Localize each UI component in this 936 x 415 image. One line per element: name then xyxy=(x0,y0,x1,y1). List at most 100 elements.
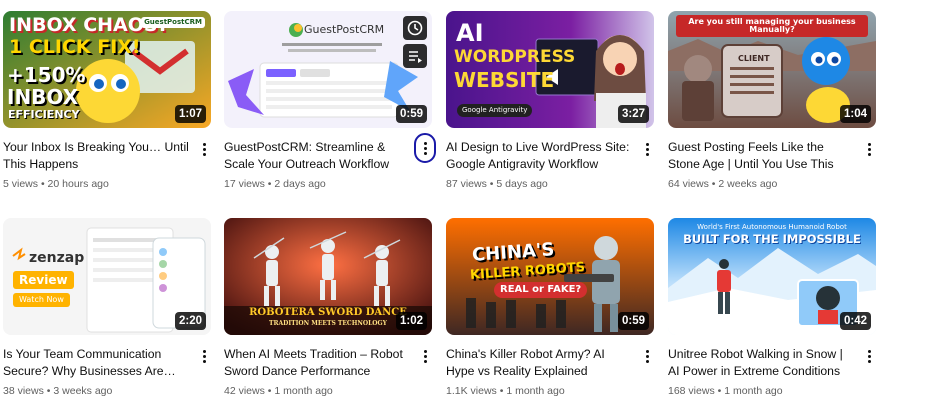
thumb-banner: Are you still managing your business Man… xyxy=(676,15,868,37)
vertical-dots-icon xyxy=(423,141,427,155)
thumb-tag: Google Antigravity xyxy=(457,104,533,117)
thumb-badge: Review xyxy=(13,271,74,289)
vertical-dots-icon xyxy=(867,349,871,363)
video-stats: 1.1K views • 1 month ago xyxy=(446,384,634,398)
video-stats: 17 views • 2 days ago xyxy=(224,177,412,191)
more-options-button[interactable] xyxy=(418,346,432,366)
thumb-headline: AI xyxy=(456,19,484,47)
view-count: 87 views xyxy=(446,178,487,190)
view-count: 5 views xyxy=(3,178,39,190)
video-title[interactable]: GuestPostCRM: Streamline & Scale Your Ou… xyxy=(224,139,412,173)
view-count: 1.1K views xyxy=(446,385,497,397)
video-stats: 5 views • 20 hours ago xyxy=(3,177,191,191)
thumb-brand: GuestPostCRM xyxy=(141,17,205,28)
thumb-brand: GuestPostCRM xyxy=(304,23,385,36)
duration-badge: 1:04 xyxy=(839,105,871,123)
video-stats: 87 views • 5 days ago xyxy=(446,177,634,191)
clock-icon xyxy=(407,20,423,36)
duration-badge: 3:27 xyxy=(617,105,649,123)
video-stats: 168 views • 1 month ago xyxy=(668,384,856,398)
video-card[interactable]: World's First Autonomous Humanoid Robot … xyxy=(668,218,878,398)
duration-badge: 1:07 xyxy=(174,105,206,123)
thumb-word: EFFICIENCY xyxy=(8,108,80,121)
video-card[interactable]: ROBOTERA SWORD DANCE TRADITION MEETS TEC… xyxy=(224,218,434,398)
vertical-dots-icon xyxy=(423,349,427,363)
video-thumbnail[interactable]: ROBOTERA SWORD DANCE TRADITION MEETS TEC… xyxy=(224,218,432,335)
vertical-dots-icon xyxy=(645,349,649,363)
more-options-button[interactable] xyxy=(862,346,876,366)
upload-age: 2 weeks ago xyxy=(718,178,778,190)
vertical-dots-icon xyxy=(645,142,649,156)
upload-age: 2 days ago xyxy=(274,178,326,190)
video-card[interactable]: Are you still managing your business Man… xyxy=(668,11,878,191)
vertical-dots-icon xyxy=(202,142,206,156)
thumb-tablet-label: CLIENT xyxy=(738,54,770,63)
video-thumbnail[interactable]: INBOX CHAOS? 1 CLICK FIX! +150% INBOX EF… xyxy=(3,11,211,128)
separator: • xyxy=(40,178,45,190)
watch-later-button[interactable] xyxy=(403,16,427,40)
view-count: 64 views xyxy=(668,178,709,190)
duration-badge: 0:59 xyxy=(617,312,649,330)
video-title[interactable]: Your Inbox Is Breaking You… Until This H… xyxy=(3,139,191,173)
duration-badge: 2:20 xyxy=(174,312,206,330)
separator: • xyxy=(499,385,504,397)
view-count: 38 views xyxy=(3,385,44,397)
upload-age: 1 month ago xyxy=(274,385,333,397)
separator: • xyxy=(267,178,272,190)
video-thumbnail[interactable]: World's First Autonomous Humanoid Robot … xyxy=(668,218,876,335)
video-thumbnail[interactable]: CHINA'S KILLER ROBOTS REAL or FAKE? 0:59 xyxy=(446,218,654,335)
view-count: 17 views xyxy=(224,178,265,190)
upload-age: 20 hours ago xyxy=(47,178,109,190)
video-stats: 64 views • 2 weeks ago xyxy=(668,177,856,191)
hover-controls xyxy=(403,16,427,68)
thumb-cta: Watch Now xyxy=(13,293,70,307)
separator: • xyxy=(46,385,51,397)
separator: • xyxy=(711,178,716,190)
view-count: 42 views xyxy=(224,385,265,397)
more-options-button[interactable] xyxy=(862,139,876,159)
duration-badge: 1:02 xyxy=(395,312,427,330)
upload-age: 1 month ago xyxy=(506,385,565,397)
view-count: 168 views xyxy=(668,385,715,397)
video-thumbnail[interactable]: AI WORDPRESS WEBSITE Google Antigravity … xyxy=(446,11,654,128)
video-title[interactable]: When AI Meets Tradition – Robot Sword Da… xyxy=(224,346,412,380)
more-options-button[interactable] xyxy=(640,346,654,366)
video-thumbnail[interactable]: zenzap Review Watch Now 2:20 xyxy=(3,218,211,335)
thumb-tag: REAL or FAKE? xyxy=(494,282,588,298)
thumb-brand: zenzap xyxy=(29,250,85,266)
upload-age: 3 weeks ago xyxy=(53,385,113,397)
video-title[interactable]: AI Design to Live WordPress Site: Google… xyxy=(446,139,634,173)
add-to-queue-button[interactable] xyxy=(403,44,427,68)
duration-badge: 0:42 xyxy=(839,312,871,330)
thumb-subheadline: WORDPRESS xyxy=(454,47,576,67)
video-thumbnail[interactable]: Are you still managing your business Man… xyxy=(668,11,876,128)
video-title[interactable]: Unitree Robot Walking in Snow | AI Power… xyxy=(668,346,856,380)
video-stats: 42 views • 1 month ago xyxy=(224,384,412,398)
video-card[interactable]: INBOX CHAOS? 1 CLICK FIX! +150% INBOX EF… xyxy=(3,11,213,191)
video-thumbnail[interactable]: GuestPostCRM 0:59 xyxy=(224,11,432,128)
queue-icon xyxy=(409,51,422,63)
thumb-word: INBOX xyxy=(7,85,79,109)
more-options-button[interactable] xyxy=(197,346,211,366)
vertical-dots-icon xyxy=(867,142,871,156)
more-options-button[interactable] xyxy=(197,139,211,159)
thumb-subheadline: BUILT FOR THE IMPOSSIBLE xyxy=(683,232,861,246)
duration-badge: 0:59 xyxy=(395,105,427,123)
thumb-subheadline: 1 CLICK FIX! xyxy=(9,36,141,58)
separator: • xyxy=(489,178,494,190)
thumb-headline: World's First Autonomous Humanoid Robot xyxy=(697,223,847,231)
upload-age: 1 month ago xyxy=(724,385,783,397)
more-options-button[interactable] xyxy=(640,139,654,159)
vertical-dots-icon xyxy=(202,349,206,363)
video-title[interactable]: China's Killer Robot Army? AI Hype vs Re… xyxy=(446,346,634,380)
video-card[interactable]: CHINA'S KILLER ROBOTS REAL or FAKE? 0:59… xyxy=(446,218,656,398)
video-card[interactable]: zenzap Review Watch Now 2:20 Is Your Tea… xyxy=(3,218,213,398)
separator: • xyxy=(267,385,272,397)
video-card[interactable]: GuestPostCRM 0:59 GuestPostCRM: Streamli… xyxy=(224,11,436,191)
thumb-stat: +150% xyxy=(7,63,86,87)
video-title[interactable]: Guest Posting Feels Like the Stone Age |… xyxy=(668,139,856,173)
more-options-button[interactable] xyxy=(414,133,436,163)
video-title[interactable]: Is Your Team Communication Secure? Why B… xyxy=(3,346,191,380)
video-card[interactable]: AI WORDPRESS WEBSITE Google Antigravity … xyxy=(446,11,656,191)
separator: • xyxy=(717,385,722,397)
